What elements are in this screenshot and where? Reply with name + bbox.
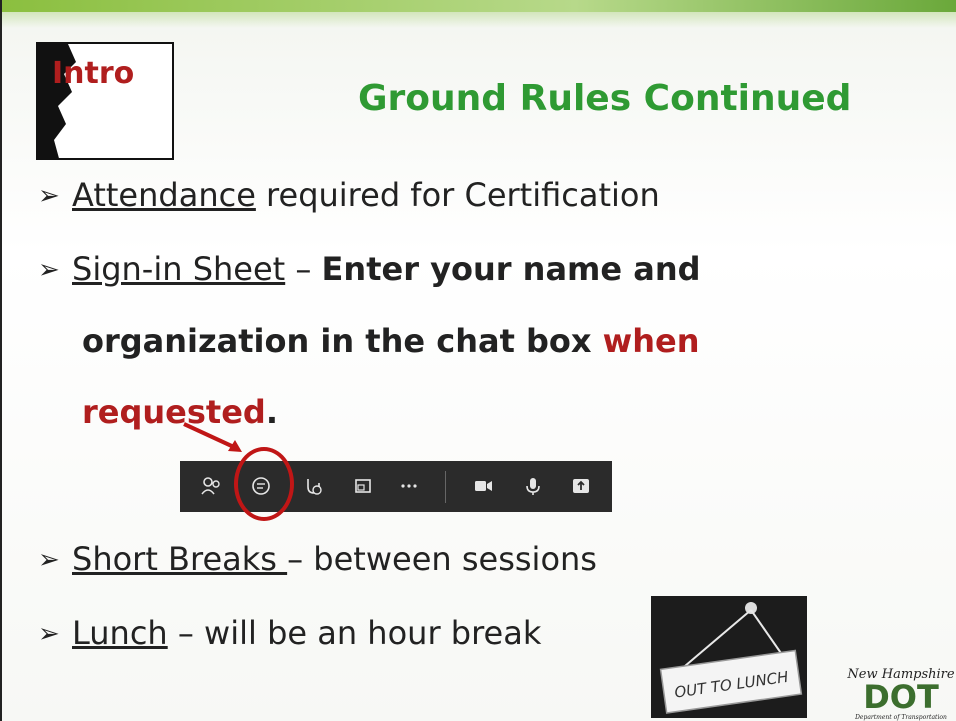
logo-dot: DOT [863,678,939,716]
bullet-text: – between sessions [287,540,597,578]
more-icon[interactable] [398,475,420,497]
top-accent-fade [2,12,956,28]
top-accent-bar [2,0,956,12]
share-icon[interactable] [570,475,592,497]
bullet-bold-text: organization in the chat box [82,322,603,360]
bullet-term: Short Breaks [72,540,288,578]
bullet-text: – will be an hour break [167,614,542,652]
people-icon[interactable] [200,475,222,497]
bullet-term: Lunch [72,614,168,652]
slide: Intro Ground Rules Continued ➢ Attendance… [0,0,956,721]
bullet-signin: ➢ Sign-in Sheet – Enter your name and [38,250,701,288]
bullet-short-breaks: ➢ Short Breaks – between sessions [38,540,597,578]
bullet-bold-text: Enter your name and [321,250,701,288]
bullet-lunch: ➢ Lunch – will be an hour break [38,614,541,652]
bullet-term: Sign-in Sheet [72,250,286,288]
intro-label: Intro [52,56,135,91]
intro-badge: Intro [36,42,174,160]
reactions-icon[interactable] [302,475,324,497]
bullet-arrow-icon: ➢ [38,181,60,211]
page-title: Ground Rules Continued [358,78,852,119]
chat-highlight-circle [234,447,294,521]
view-icon[interactable] [352,475,374,497]
bullet-arrow-icon: ➢ [38,545,60,575]
bullet-term: Attendance [72,176,256,214]
mic-icon[interactable] [522,475,544,497]
bullet-period: . [265,393,278,431]
bullet-signin-line2: organization in the chat box when [82,322,700,360]
logo-dept: Department of Transportation [854,714,947,721]
bullet-attendance: ➢ Attendance required for Certification [38,176,660,214]
out-to-lunch-sign: OUT TO LUNCH [651,596,807,718]
bullet-red-text: when [602,322,700,360]
bullet-arrow-icon: ➢ [38,255,60,285]
bullet-dash: – [285,250,322,288]
toolbar-divider [445,471,446,503]
bullet-arrow-icon: ➢ [38,619,60,649]
nh-dot-logo: New Hampshire DOT Department of Transpor… [846,667,954,721]
camera-icon[interactable] [472,475,494,497]
bullet-text: required for Certification [255,176,660,214]
